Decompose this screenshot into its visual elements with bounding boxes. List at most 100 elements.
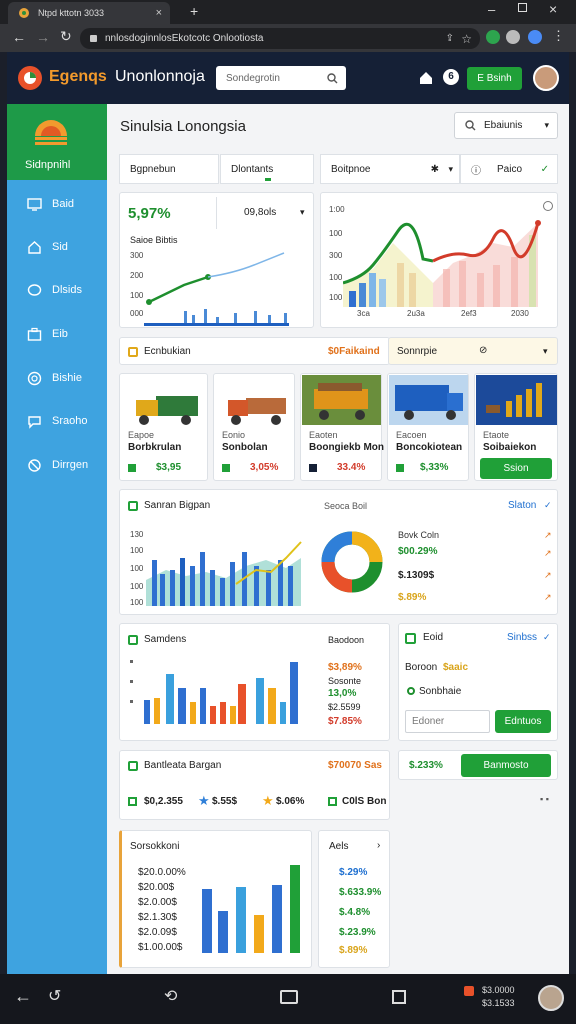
- tray-text: $3.1533: [482, 998, 515, 1008]
- product-card[interactable]: Eonio Sonbolan 3,05%: [213, 373, 295, 481]
- page-filter-dropdown[interactable]: Ebaiunis ▾: [454, 112, 558, 139]
- bar: [178, 688, 186, 724]
- profile-toggle-icon[interactable]: [506, 30, 520, 44]
- sidebar-item-dlsids[interactable]: Dlsids: [7, 276, 114, 304]
- chevron-down-icon[interactable]: ✓: [544, 500, 552, 511]
- filter-segment-3[interactable]: Boitpnoe ✱ ▾: [320, 154, 460, 184]
- home-nav-icon[interactable]: [280, 990, 298, 1004]
- address-bar[interactable]: nnlosdoginnlosEkotcotc Onlootiosta ⇪ ☆: [80, 28, 480, 49]
- side-panel-link[interactable]: Sinbss: [507, 632, 537, 643]
- bars-subtitle: Baodoon: [328, 635, 365, 645]
- header-search-input[interactable]: Sondegrotin: [226, 73, 280, 84]
- forward-icon[interactable]: →: [36, 29, 50, 45]
- browser-tab[interactable]: Ntpd kttotn 3033 ×: [8, 2, 170, 24]
- list-value: $2.0.09$: [138, 927, 177, 938]
- trend-area-yellow: [343, 243, 433, 307]
- back-icon[interactable]: ←: [12, 29, 26, 45]
- kpi-y-tick: 300: [130, 251, 144, 260]
- reload-icon[interactable]: ↻: [60, 28, 72, 45]
- close-window-icon[interactable]: ×: [549, 1, 557, 17]
- sales-donut-chart: [321, 531, 383, 593]
- back-nav-icon[interactable]: ←: [14, 986, 32, 1007]
- sidebar-item-baid[interactable]: Baid: [7, 190, 114, 218]
- trend-arrow-icon: ↗: [544, 592, 552, 602]
- sidebar-item-bishie[interactable]: Bishie: [7, 364, 114, 392]
- bar: [272, 885, 282, 953]
- summary-cta-value: $.233%: [409, 760, 443, 771]
- avatar[interactable]: [533, 65, 559, 91]
- undo-icon[interactable]: ⟲: [164, 986, 177, 1006]
- filter-segment-2[interactable]: Dlontants: [220, 154, 314, 184]
- search-icon: [465, 120, 476, 131]
- summary-cta-button[interactable]: Banmosto: [461, 754, 551, 777]
- sidebar-item-eib[interactable]: Eib: [7, 320, 114, 348]
- minimize-icon[interactable]: –: [488, 2, 495, 17]
- chevron-down-icon[interactable]: ✓: [543, 632, 551, 643]
- favicon-icon: [19, 8, 29, 18]
- product-buy-button[interactable]: Ssion: [480, 458, 552, 479]
- side-panel-button[interactable]: Edntuos: [495, 710, 551, 733]
- product-card[interactable]: Eapoe Borbkrulan $3,95: [119, 373, 208, 481]
- sales-chart: [146, 541, 302, 606]
- menu-icon[interactable]: ⋮: [552, 28, 565, 44]
- sales-link[interactable]: Slaton: [508, 500, 536, 511]
- sidebar-item-dirrgen[interactable]: Dirrgen: [7, 451, 114, 479]
- side-panel-input[interactable]: Edoner: [405, 710, 490, 733]
- product-card[interactable]: Eaoten Boongiekb Mon 33.4%: [300, 373, 384, 481]
- list-title: Sorsokkoni: [130, 841, 180, 852]
- home-icon[interactable]: [418, 70, 434, 86]
- recents-icon[interactable]: [392, 990, 406, 1004]
- bar: [144, 700, 150, 724]
- kpi-chart-title: Saioe Bibtis: [130, 235, 178, 245]
- chevron-right-icon[interactable]: ›: [377, 840, 380, 851]
- bookmark-star-icon[interactable]: ☆: [461, 32, 472, 46]
- product-value: $,33%: [420, 462, 449, 473]
- alerts-value: $.89%: [339, 945, 368, 956]
- products-dropdown[interactable]: Sonnrpie ⊘ ▾: [388, 337, 558, 365]
- summary-item: $.06%: [276, 796, 305, 807]
- house-icon: [28, 240, 41, 254]
- sidebar-item-sraoho[interactable]: Sraoho: [7, 407, 114, 435]
- account-icon[interactable]: [528, 30, 542, 44]
- extension-icon[interactable]: [486, 30, 500, 44]
- kpi-value: 5,97%: [128, 205, 171, 222]
- trend-point: [535, 220, 541, 226]
- side-panel-input-placeholder: Edoner: [412, 716, 445, 727]
- filter-segment-4[interactable]: ⓘ Paico ✓: [460, 154, 558, 184]
- bar: [230, 706, 236, 724]
- donut-slice-orange: [321, 561, 353, 593]
- product-name: Boongiekb Mon: [309, 442, 384, 453]
- product-badge-icon: [222, 464, 230, 472]
- header-search[interactable]: Sondegrotin: [216, 66, 346, 90]
- product-card[interactable]: Eacoen Boncokiotean $,33%: [387, 373, 469, 481]
- share-icon[interactable]: ⇪: [446, 33, 454, 44]
- filter-segment-1[interactable]: Bgpnebun: [119, 154, 219, 184]
- sidebar-item-sid[interactable]: Sid: [7, 233, 114, 261]
- bar-chart-icon: [486, 383, 542, 417]
- new-tab-icon[interactable]: +: [190, 3, 198, 19]
- kpi-baseline: [144, 323, 289, 326]
- bar: [256, 678, 264, 724]
- maximize-icon[interactable]: [518, 3, 527, 12]
- notification-icon[interactable]: 6: [443, 69, 459, 85]
- sidebar-brand[interactable]: Sidnpnihl: [7, 104, 107, 180]
- gesture-icon[interactable]: ↺: [48, 986, 61, 1006]
- bars-stat: $2.5599: [328, 702, 361, 712]
- product-value: $3,95: [156, 462, 182, 473]
- kpi-dropdown-icon[interactable]: ▾: [300, 207, 305, 218]
- sales-y-tick: 100: [130, 582, 144, 591]
- product-name: Soibaiekon: [483, 442, 537, 453]
- bar: [210, 706, 216, 724]
- header-action-button[interactable]: E Bsinh: [467, 67, 522, 90]
- url-text: nnlosdoginnlosEkotcotc Onlootiosta: [105, 33, 264, 44]
- user-avatar[interactable]: [538, 985, 564, 1011]
- star-icon: ★: [262, 793, 274, 808]
- star-icon: ✱: [430, 163, 439, 175]
- tab-close-icon[interactable]: ×: [156, 7, 162, 19]
- product-card[interactable]: Etaote Soibaiekon Ssion: [474, 373, 558, 481]
- search-icon[interactable]: [327, 72, 338, 84]
- sidebar-item-label: Baid: [52, 198, 75, 210]
- browser-tabbar: Ntpd kttotn 3033 × + – ×: [0, 0, 576, 24]
- kpi-divider: [216, 197, 217, 229]
- chevron-down-icon: ▾: [544, 120, 549, 130]
